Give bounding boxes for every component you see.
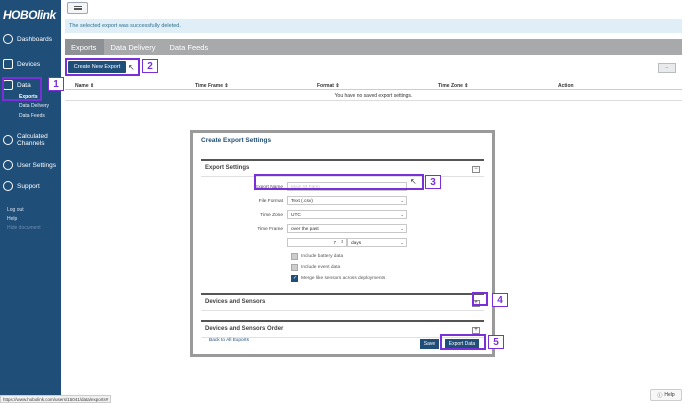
annotation-badge-3: 3 <box>425 175 441 189</box>
question-icon: ⓘ <box>657 392 663 399</box>
help-button[interactable]: ⓘ Help <box>650 389 682 401</box>
hobolink-logo[interactable]: HOBOlink <box>3 8 56 22</box>
chevron-down-icon: ⌄ <box>400 198 404 203</box>
sidebar-item-label: Calculated Channels <box>17 133 48 147</box>
column-header-format[interactable]: Format ⇕ <box>317 83 340 89</box>
back-to-exports-link[interactable]: Back to All Exports <box>209 338 249 343</box>
chevron-down-icon: ⌄ <box>400 240 404 245</box>
devices-sensors-section: Devices and Sensors + <box>201 293 484 313</box>
tab-data-delivery[interactable]: Data Delivery <box>104 39 163 55</box>
devices-sensors-heading[interactable]: Devices and Sensors <box>201 295 484 311</box>
tab-bar: Exports Data Delivery Data Feeds <box>65 39 682 55</box>
time-zone-select[interactable]: UTC ⌄ <box>287 210 407 219</box>
chevron-down-icon: ⌄ <box>400 226 404 231</box>
annotation-badge-2: 2 <box>142 59 158 73</box>
checkbox-icon <box>291 264 298 271</box>
collapse-button[interactable]: − <box>658 63 676 73</box>
collapse-icon[interactable]: − <box>472 166 480 173</box>
sidebar-item-user-settings[interactable]: User Settings <box>3 160 56 170</box>
sidebar-item-calculated-channels[interactable]: Calculated Channels <box>3 133 59 147</box>
sidebar-item-label: Dashboards <box>17 35 53 43</box>
sidebar-item-dashboards[interactable]: Dashboards <box>3 34 52 44</box>
days-unit-select[interactable]: days ⌄ <box>347 238 407 247</box>
create-export-modal: Create Export Settings Export Settings −… <box>190 130 495 357</box>
tab-exports[interactable]: Exports <box>65 39 105 55</box>
time-frame-select[interactable]: over the past ⌄ <box>287 224 407 233</box>
merge-sensors-checkbox[interactable]: Merge like sensors across deployments <box>291 275 385 282</box>
highlight-box-1 <box>2 77 42 101</box>
annotation-badge-4: 4 <box>492 293 508 307</box>
expand-icon[interactable]: + <box>472 327 480 334</box>
exports-table-header: Name ⇕ Time Frame ⇕ Format ⇕ Time Zone ⇕… <box>65 82 682 90</box>
sidebar-item-label: Support <box>17 182 40 190</box>
checkbox-checked-icon <box>291 275 298 282</box>
chevron-down-icon: ⌄ <box>400 212 404 217</box>
logout-link[interactable]: Log out <box>7 207 24 213</box>
sidebar-sub-data-feeds[interactable]: Data Feeds <box>19 113 45 119</box>
highlight-box-4 <box>472 292 488 306</box>
hamburger-icon <box>73 6 82 10</box>
file-format-label: File Format <box>258 199 283 204</box>
modal-title: Create Export Settings <box>201 137 272 144</box>
stepper-icon: ⇕ <box>340 239 344 244</box>
gear-icon <box>3 160 13 170</box>
column-header-action: Action <box>558 83 574 89</box>
status-bar-url: https://www.hobolink.com/users/15041/dat… <box>0 395 112 403</box>
days-number-input[interactable]: 7 ⇕ <box>287 238 347 247</box>
save-button[interactable]: Save <box>420 339 439 349</box>
sidebar-item-support[interactable]: Support <box>3 181 40 191</box>
time-zone-label: Time Zone <box>260 213 283 218</box>
annotation-badge-5: 5 <box>488 335 504 349</box>
help-link[interactable]: Help <box>7 216 17 222</box>
column-header-time-zone[interactable]: Time Zone ⇕ <box>438 83 469 89</box>
include-event-checkbox[interactable]: Include event data <box>291 264 340 271</box>
file-format-select[interactable]: Text (.csv) ⌄ <box>287 196 407 205</box>
column-header-time-frame[interactable]: Time Frame ⇕ <box>195 83 229 89</box>
sidebar-item-devices[interactable]: Devices <box>3 59 40 69</box>
table-empty-message: You have no saved export settings. <box>65 91 682 101</box>
sidebar-item-label: Devices <box>17 60 41 68</box>
mouse-cursor-icon: ↖ <box>128 63 135 72</box>
menu-toggle-button[interactable] <box>67 2 88 14</box>
checkbox-icon <box>291 253 298 260</box>
annotation-badge-1: 1 <box>48 77 64 91</box>
column-header-name[interactable]: Name ⇕ <box>75 83 94 89</box>
highlight-box-3 <box>254 174 424 190</box>
calc-channel-icon <box>3 135 13 145</box>
time-frame-label: Time Frame <box>257 227 283 232</box>
success-alert: The selected export was successfully del… <box>65 19 682 33</box>
sidebar: HOBOlink Dashboards Devices Data Exports… <box>0 0 61 403</box>
sidebar-item-label: User Settings <box>17 161 57 169</box>
create-new-export-button[interactable]: Create New Export <box>68 61 126 73</box>
sidebar-sub-data-delivery[interactable]: Data Delivery <box>19 103 49 109</box>
include-battery-checkbox[interactable]: Include battery data <box>291 253 343 260</box>
tab-data-feeds[interactable]: Data Feeds <box>163 39 216 55</box>
gauge-icon <box>3 34 13 44</box>
mouse-cursor-icon: ↖ <box>410 177 417 186</box>
highlight-box-5 <box>440 334 486 350</box>
headset-icon <box>3 181 13 191</box>
hide-document-link[interactable]: Hide document <box>7 225 41 231</box>
device-icon <box>3 59 13 69</box>
